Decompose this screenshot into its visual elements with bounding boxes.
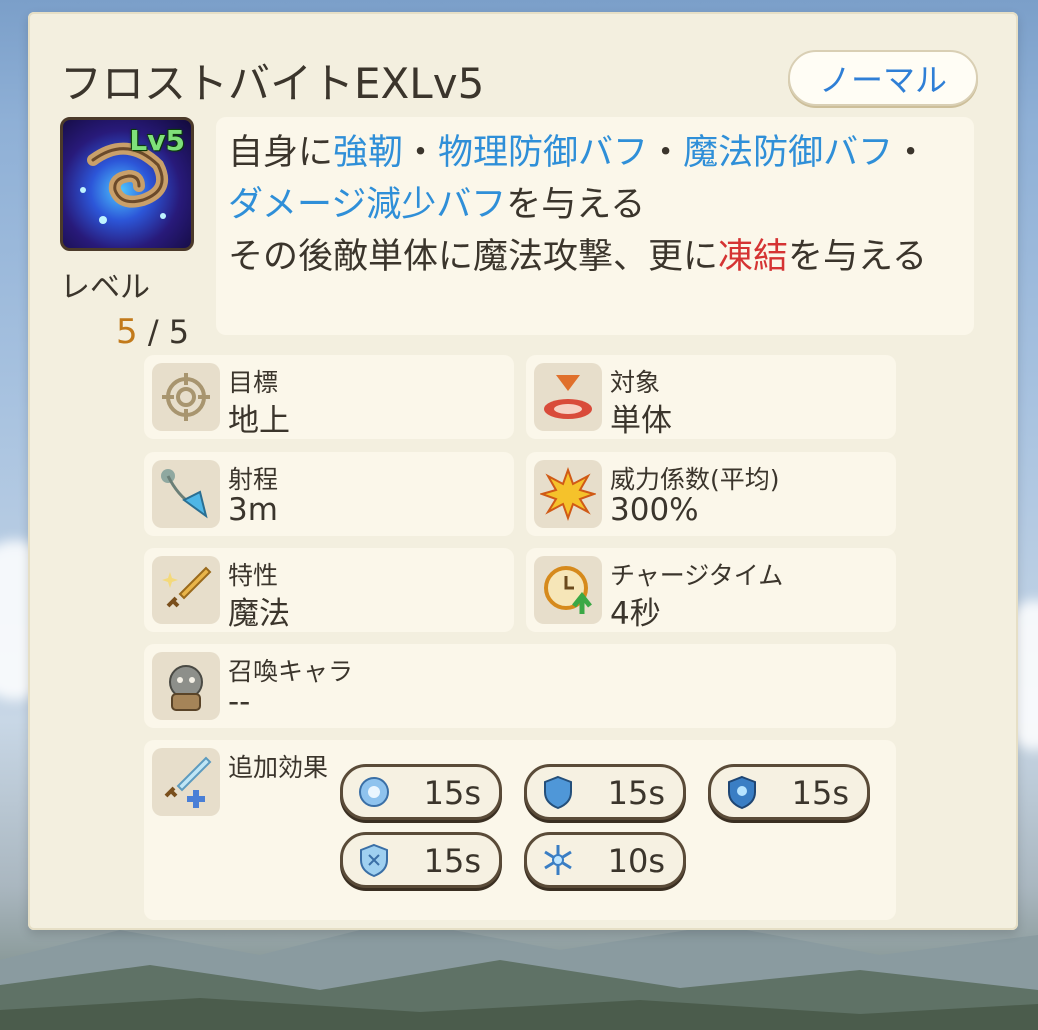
buff-magic-defense-link[interactable]: 魔法防御バフ: [683, 133, 893, 173]
effect-chip-magic-defense[interactable]: 15s: [708, 764, 870, 820]
buff-toughness-link[interactable]: 強靭: [333, 133, 403, 173]
level-value: 5 / 5: [116, 312, 189, 352]
skill-description: 自身に強靭・物理防御バフ・魔法防御バフ・ ダメージ減少バフを与える その後敵単体…: [228, 127, 966, 283]
stat-label: 召喚キャラ: [228, 657, 354, 686]
damage-reduction-buff-icon: [360, 843, 388, 878]
desc-text: を与える: [788, 237, 927, 277]
stat-attribute: 特性 魔法: [144, 548, 514, 632]
stat-value: 3m: [228, 492, 278, 528]
level-current: 5: [116, 312, 138, 352]
stat-scope: 対象 単体: [526, 355, 896, 439]
stat-label: 射程: [228, 465, 279, 494]
desc-text: ・: [403, 133, 439, 173]
sword-sparkle-icon: [152, 556, 220, 624]
effect-chip-damage-reduction[interactable]: 15s: [340, 832, 502, 888]
freeze-icon: [544, 845, 572, 875]
physical-defense-buff-icon: [544, 775, 572, 810]
effect-duration: 15s: [423, 842, 481, 880]
stat-value: --: [228, 684, 251, 720]
skill-description-box: 自身に強靭・物理防御バフ・魔法防御バフ・ ダメージ減少バフを与える その後敵単体…: [216, 117, 974, 335]
stat-label: 威力係数(平均): [610, 465, 780, 494]
stat-value: 地上: [228, 403, 290, 439]
effect-duration: 15s: [607, 774, 665, 812]
explosion-icon: [534, 460, 602, 528]
stat-target: 目標 地上: [144, 355, 514, 439]
buff-damage-reduction-link[interactable]: ダメージ減少バフ: [228, 185, 506, 225]
single-target-icon: [534, 363, 602, 431]
effect-chip-physical-defense[interactable]: 15s: [524, 764, 686, 820]
toughness-buff-icon: [359, 777, 389, 807]
range-arrow-icon: [152, 460, 220, 528]
stat-value: 300%: [610, 492, 699, 528]
stat-label: 追加効果: [228, 753, 329, 782]
desc-text: ・: [648, 133, 684, 173]
desc-text: ・: [893, 133, 929, 173]
effect-chip-freeze[interactable]: 10s: [524, 832, 686, 888]
stat-label: 目標: [228, 368, 279, 397]
stat-label: 対象: [610, 368, 661, 397]
buff-physical-defense-link[interactable]: 物理防御バフ: [438, 133, 648, 173]
effect-duration: 10s: [607, 842, 665, 880]
skill-level-badge: Lv5: [129, 124, 185, 157]
stat-range: 射程 3m: [144, 452, 514, 536]
stat-summon: 召喚キャラ --: [144, 644, 896, 728]
stat-value: 単体: [610, 403, 672, 439]
skill-detail-panel: フロストバイトEXLv5 ノーマル Lv5 レベル 5 / 5 自身に強靭・物理…: [28, 12, 1018, 930]
effect-duration: 15s: [423, 774, 481, 812]
stat-charge-time: チャージタイム 4秒: [526, 548, 896, 632]
desc-text: を与える: [506, 185, 646, 225]
magic-defense-buff-icon: [728, 775, 756, 810]
desc-text: その後敵単体に魔法攻撃、更に: [228, 237, 719, 277]
level-max: / 5: [147, 313, 190, 351]
level-label: レベル: [60, 270, 150, 305]
stat-label: チャージタイム: [610, 561, 784, 590]
desc-text: 自身に: [228, 133, 334, 173]
stat-power: 威力係数(平均) 300%: [526, 452, 896, 536]
skill-title: フロストバイトEXLv5: [60, 59, 485, 108]
stat-extra-effects: 追加効果 15s 15s 15s 15s 10s: [144, 740, 896, 920]
skill-icon: Lv5: [60, 117, 194, 251]
stat-value: 4秒: [610, 596, 661, 632]
stat-value: 魔法: [228, 596, 290, 632]
summon-character-icon: [152, 652, 220, 720]
debuff-freeze-link[interactable]: 凍結: [718, 237, 788, 277]
effect-chip-toughness[interactable]: 15s: [340, 764, 502, 820]
clock-up-icon: [534, 556, 602, 624]
mode-toggle-button[interactable]: ノーマル: [788, 50, 978, 106]
sword-plus-icon: [152, 748, 220, 816]
effect-duration: 15s: [791, 774, 849, 812]
crosshair-icon: [152, 363, 220, 431]
stat-label: 特性: [228, 561, 279, 590]
